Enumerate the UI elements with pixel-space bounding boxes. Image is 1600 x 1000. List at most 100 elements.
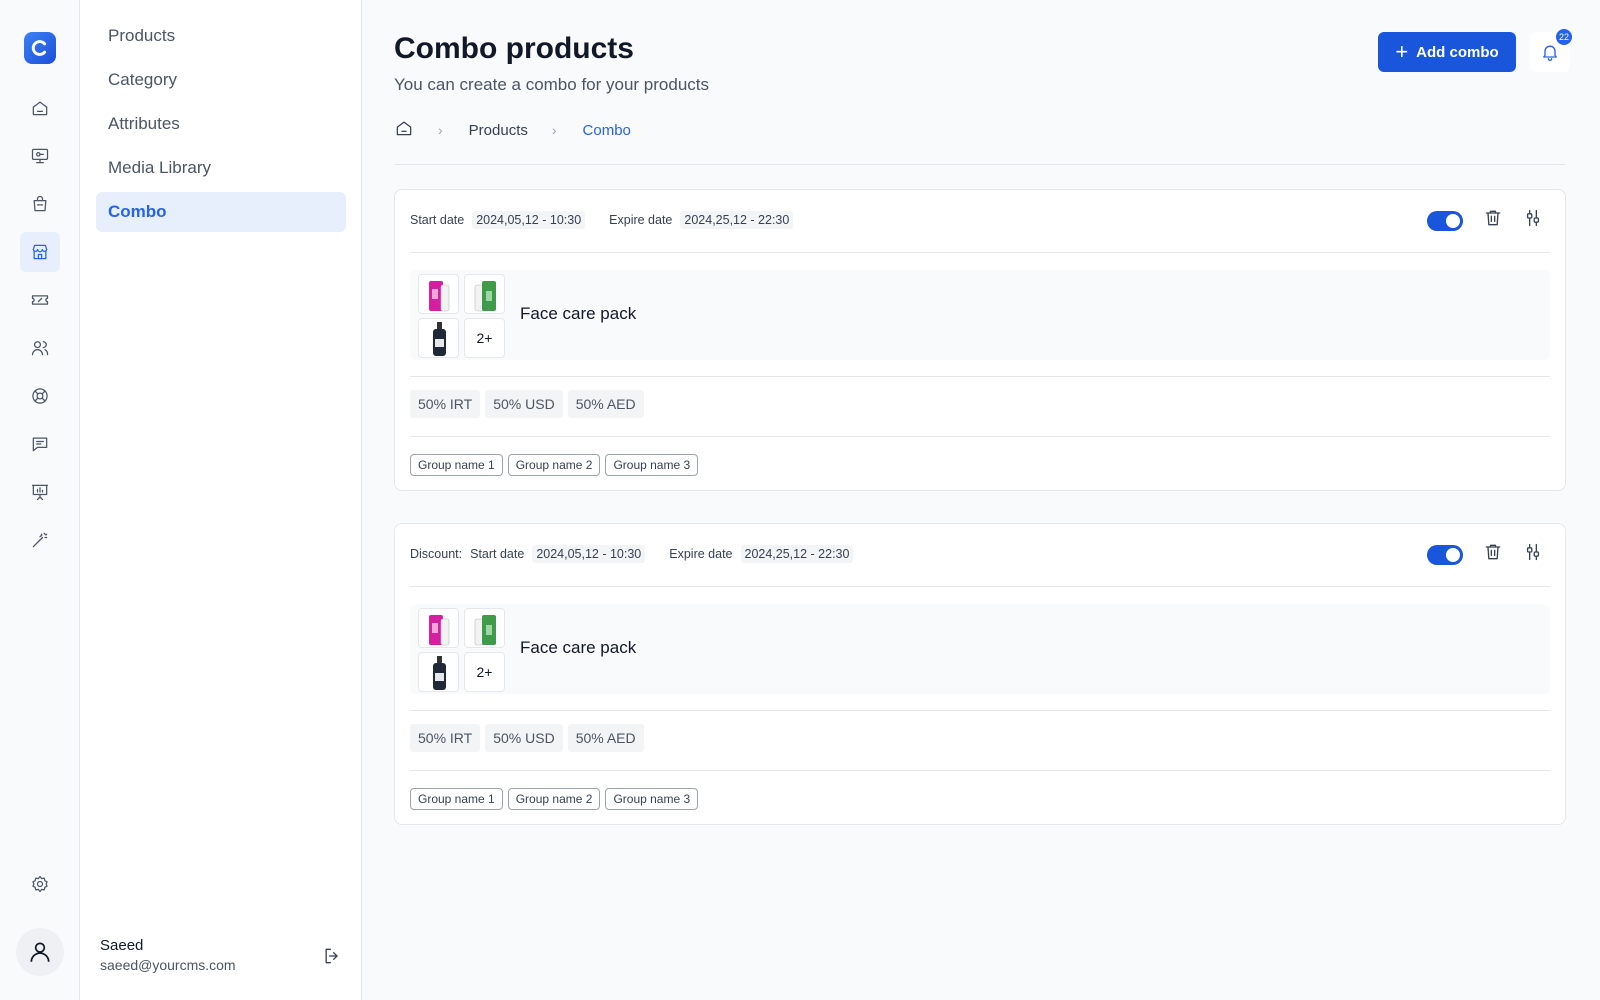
product-thumbnail xyxy=(418,652,459,692)
start-date-value: 2024,05,12 - 10:30 xyxy=(532,545,646,563)
product-thumbnail xyxy=(464,608,505,648)
green-tube-icon xyxy=(474,281,496,312)
rail-item-settings[interactable] xyxy=(20,864,60,904)
pack-name: Face care pack xyxy=(520,638,637,657)
app-logo[interactable] xyxy=(24,32,56,64)
chat-icon xyxy=(32,437,48,452)
start-date-label: Start date xyxy=(410,213,465,227)
dark-bottle-icon xyxy=(433,322,446,356)
combo-pack[interactable]: 2+ Face care pack xyxy=(410,604,1550,694)
trash-icon xyxy=(1485,544,1501,560)
magic-wand-icon xyxy=(32,532,48,548)
group-list: Group name 1 Group name 2 Group name 3 xyxy=(410,454,699,476)
discount-label: Discount: xyxy=(410,547,463,561)
shopping-bag-icon xyxy=(33,195,47,212)
card-divider xyxy=(410,376,1550,377)
price-chip: 50% USD xyxy=(485,390,563,418)
breadcrumb-home[interactable] xyxy=(394,118,414,142)
rail-item-users[interactable] xyxy=(20,328,60,368)
lifebuoy-icon xyxy=(32,388,48,404)
chevron-right-icon: › xyxy=(438,122,443,138)
rail-item-tickets[interactable] xyxy=(20,280,60,320)
subnav-item-products[interactable]: Products xyxy=(96,16,346,56)
price-chip: 50% IRT xyxy=(410,724,481,752)
gear-icon xyxy=(32,875,48,893)
group-chip[interactable]: Group name 1 xyxy=(410,454,503,476)
price-chip: 50% USD xyxy=(485,724,563,752)
group-chip[interactable]: Group name 3 xyxy=(605,454,699,476)
plus-icon: + xyxy=(1395,39,1409,64)
price-list: 50% IRT 50% USD 50% AED xyxy=(410,390,644,418)
logout-button[interactable] xyxy=(320,944,344,968)
main-content: Combo products You can create a combo fo… xyxy=(362,0,1600,1000)
rail-item-reports[interactable] xyxy=(20,472,60,512)
dark-bottle-icon xyxy=(433,656,446,690)
user-email: saeed@yourcms.com xyxy=(100,957,236,973)
product-thumbnails: 2+ xyxy=(418,608,506,692)
card-divider xyxy=(410,586,1550,587)
price-chip: 50% AED xyxy=(567,724,644,752)
subnav-item-attributes[interactable]: Attributes xyxy=(96,104,346,144)
add-combo-label: Add combo xyxy=(1416,43,1499,61)
breadcrumb-products[interactable]: Products xyxy=(469,122,528,139)
price-chip: 50% AED xyxy=(567,390,644,418)
rail-item-products-monitor[interactable] xyxy=(20,136,60,176)
ticket-icon xyxy=(31,295,49,305)
green-tube-icon xyxy=(474,615,496,646)
users-icon xyxy=(31,341,49,356)
settings-button[interactable] xyxy=(1523,542,1543,567)
subnav-item-label: Category xyxy=(108,70,177,89)
user-avatar[interactable] xyxy=(16,928,64,976)
product-thumbnails: 2+ xyxy=(418,274,506,358)
storefront-icon xyxy=(32,244,48,260)
bell-icon xyxy=(1543,45,1557,61)
page-subtitle: You can create a combo for your products xyxy=(394,75,709,94)
combo-actions xyxy=(1427,208,1543,233)
delete-button[interactable] xyxy=(1483,542,1503,567)
price-chip: 50% IRT xyxy=(410,390,481,418)
breadcrumb-combo: Combo xyxy=(582,121,631,139)
rail-item-support[interactable] xyxy=(20,376,60,416)
group-chip[interactable]: Group name 3 xyxy=(605,788,699,810)
page-title: Combo products xyxy=(394,32,634,65)
logout-icon xyxy=(325,948,338,964)
group-list: Group name 1 Group name 2 Group name 3 xyxy=(410,788,699,810)
pack-name: Face care pack xyxy=(520,304,637,323)
trash-icon xyxy=(1485,210,1501,226)
group-chip[interactable]: Group name 2 xyxy=(507,454,601,476)
product-thumbnail xyxy=(418,274,459,314)
home-icon xyxy=(396,121,412,136)
expire-date-value: 2024,25,12 - 22:30 xyxy=(680,211,794,229)
rail-item-messages[interactable] xyxy=(20,424,60,464)
combo-pack[interactable]: 2+ Face care pack xyxy=(410,270,1550,360)
notification-badge: 22 xyxy=(1556,29,1573,45)
more-products-count[interactable]: 2+ xyxy=(464,652,505,692)
combo-card: Discount: Start date 2024,05,12 - 10:30 … xyxy=(394,523,1566,825)
rail-item-tools[interactable] xyxy=(20,520,60,560)
rail-item-home[interactable] xyxy=(20,88,60,128)
subnav-item-category[interactable]: Category xyxy=(96,60,346,100)
product-thumbnail xyxy=(418,608,459,648)
combo-enabled-toggle[interactable] xyxy=(1427,210,1463,231)
product-thumbnail xyxy=(418,318,459,358)
pink-tube-icon xyxy=(429,615,450,646)
subnav-item-media-library[interactable]: Media Library xyxy=(96,148,346,188)
rail-item-orders[interactable] xyxy=(20,184,60,224)
sub-navigation: Products Category Attributes Media Libra… xyxy=(80,0,362,1000)
combo-card: Start date 2024,05,12 - 10:30 Expire dat… xyxy=(394,189,1566,491)
delete-button[interactable] xyxy=(1483,208,1503,233)
breadcrumb: › Products › Combo xyxy=(394,118,631,142)
settings-button[interactable] xyxy=(1523,208,1543,233)
group-chip[interactable]: Group name 2 xyxy=(507,788,601,810)
card-divider xyxy=(410,252,1550,253)
header-divider xyxy=(394,164,1566,165)
pink-tube-icon xyxy=(429,281,450,312)
presentation-chart-icon xyxy=(31,484,49,501)
group-chip[interactable]: Group name 1 xyxy=(410,788,503,810)
expire-date-label: Expire date xyxy=(669,547,733,561)
add-combo-button[interactable]: + Add combo xyxy=(1378,32,1516,72)
more-products-count[interactable]: 2+ xyxy=(464,318,505,358)
subnav-item-combo[interactable]: Combo xyxy=(96,192,346,232)
rail-item-store[interactable] xyxy=(20,232,60,272)
combo-enabled-toggle[interactable] xyxy=(1427,544,1463,565)
